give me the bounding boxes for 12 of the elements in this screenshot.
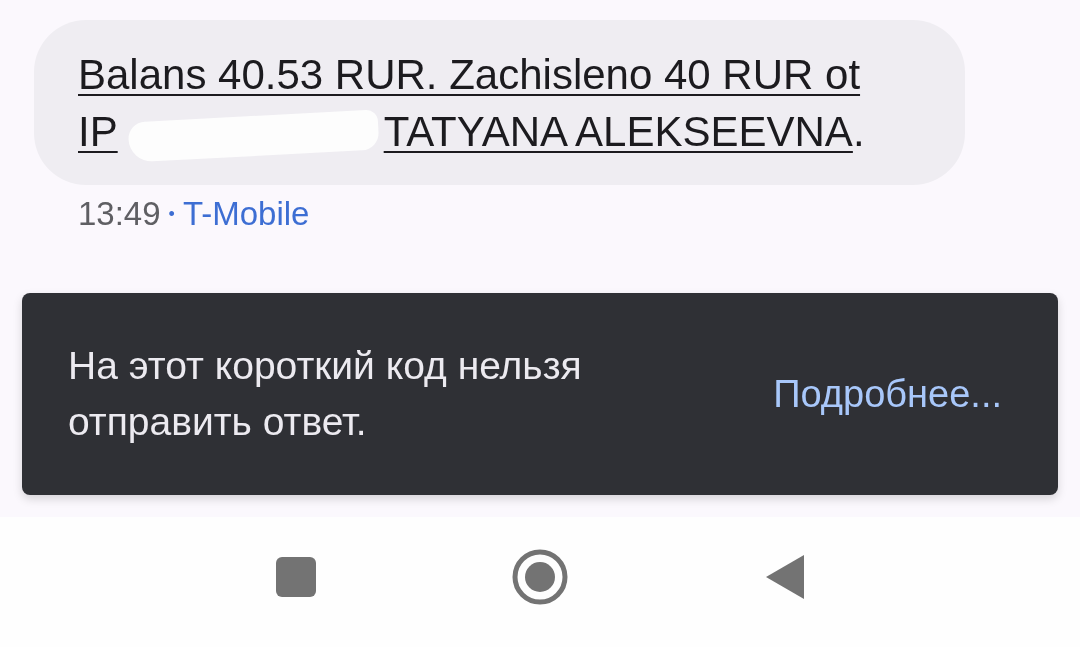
carrier-name: T-Mobile	[182, 195, 310, 233]
home-icon[interactable]	[512, 549, 568, 605]
message-bubble[interactable]: Balans 40.53 RUR. Zachisleno 40 RUR ot IP TATYANA ALEKSEEVNA.	[34, 20, 965, 185]
message-text: Balans 40.53 RUR. Zachisleno 40 RUR ot	[78, 50, 862, 100]
message-text: .	[852, 107, 865, 157]
message-text: TATYANA ALEKSEEVNA	[383, 107, 853, 157]
snackbar-message: На этот короткий код нельзя отправить ответ.	[68, 343, 583, 445]
message-text: IP	[78, 107, 118, 157]
separator-dot: •	[168, 203, 175, 225]
back-icon[interactable]	[766, 555, 804, 599]
timestamp: 13:49	[78, 195, 161, 233]
details-link[interactable]: Подробнее...	[773, 372, 1002, 416]
